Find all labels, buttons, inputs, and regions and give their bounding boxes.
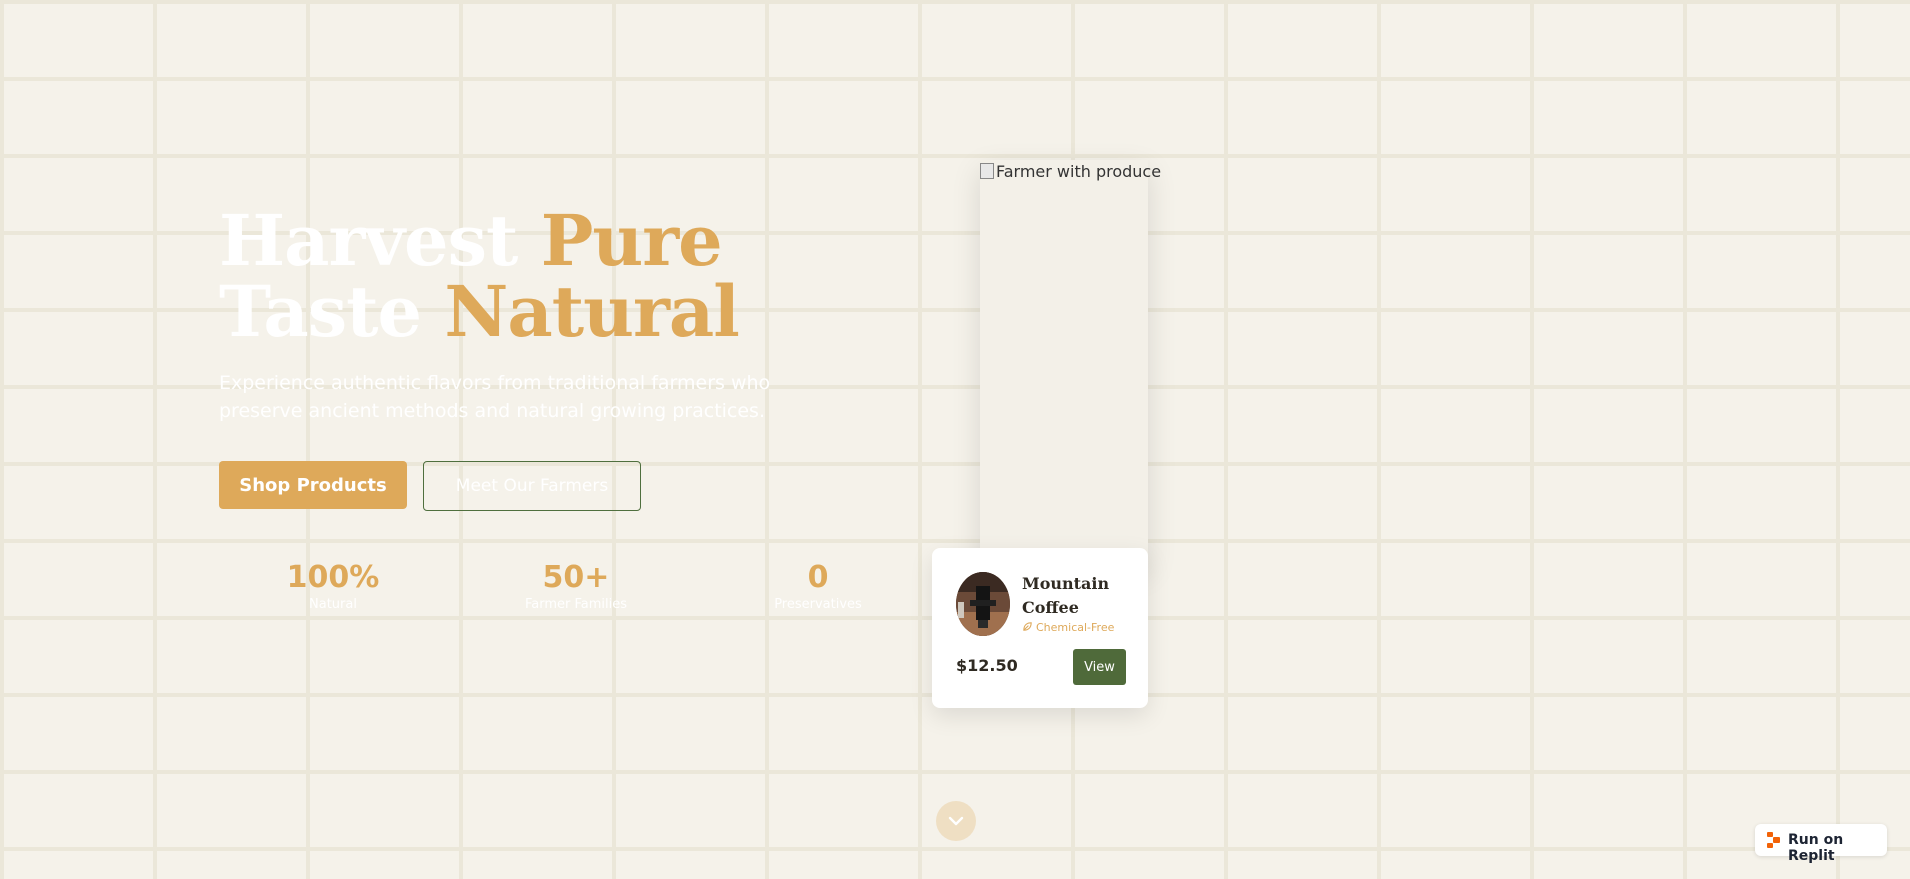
product-tag: Chemical-Free: [1022, 621, 1114, 634]
product-avatar: [956, 572, 1010, 636]
product-tag-label: Chemical-Free: [1036, 621, 1115, 634]
product-card: Mountain Coffee Chemical-Free $12.50 Vie…: [932, 548, 1148, 708]
product-price: $12.50: [956, 656, 1018, 675]
stat-label: Farmer Families: [524, 597, 628, 612]
hero-title-accent-word: Natural: [444, 270, 739, 353]
shop-products-button[interactable]: Shop Products: [219, 461, 407, 509]
stat-label: Preservatives: [774, 597, 862, 612]
image-alt-text: Farmer with produce: [980, 160, 1161, 184]
meet-farmers-button[interactable]: Meet Our Farmers: [423, 461, 641, 511]
stat-label: Natural: [309, 597, 357, 612]
stat-preservatives: 0 Preservatives: [738, 558, 898, 612]
stat-value: 100%: [286, 560, 380, 595]
farmer-image: Farmer with produce: [980, 160, 1161, 564]
coffee-photo-icon: [956, 572, 1010, 636]
product-name: Mountain Coffee: [1022, 574, 1110, 617]
replit-logo-icon: [1767, 832, 1780, 848]
image-alt-label: Farmer with produce: [996, 162, 1162, 181]
chevron-down-icon: [948, 816, 964, 826]
hero-title: Harvest Pure Taste Natural: [219, 205, 779, 347]
leaf-icon: [1023, 622, 1032, 631]
stat-natural: 100% Natural: [253, 558, 413, 612]
hero-subtitle: Experience authentic flavors from tradit…: [219, 372, 771, 422]
hero-section: Harvest Pure Taste Natural Experience au…: [219, 205, 779, 425]
run-on-replit-badge[interactable]: Run on Replit: [1755, 824, 1887, 864]
view-product-button[interactable]: View: [1073, 649, 1126, 685]
broken-image-icon: [980, 163, 994, 179]
scroll-down-button[interactable]: [936, 801, 976, 841]
stat-farmer-families: 50+ Farmer Families: [496, 558, 656, 612]
hero-title-word: Taste: [219, 270, 422, 353]
stat-value: 50+: [542, 560, 610, 595]
replit-badge-label: Run on Replit: [1788, 832, 1844, 864]
stat-value: 0: [807, 560, 829, 595]
